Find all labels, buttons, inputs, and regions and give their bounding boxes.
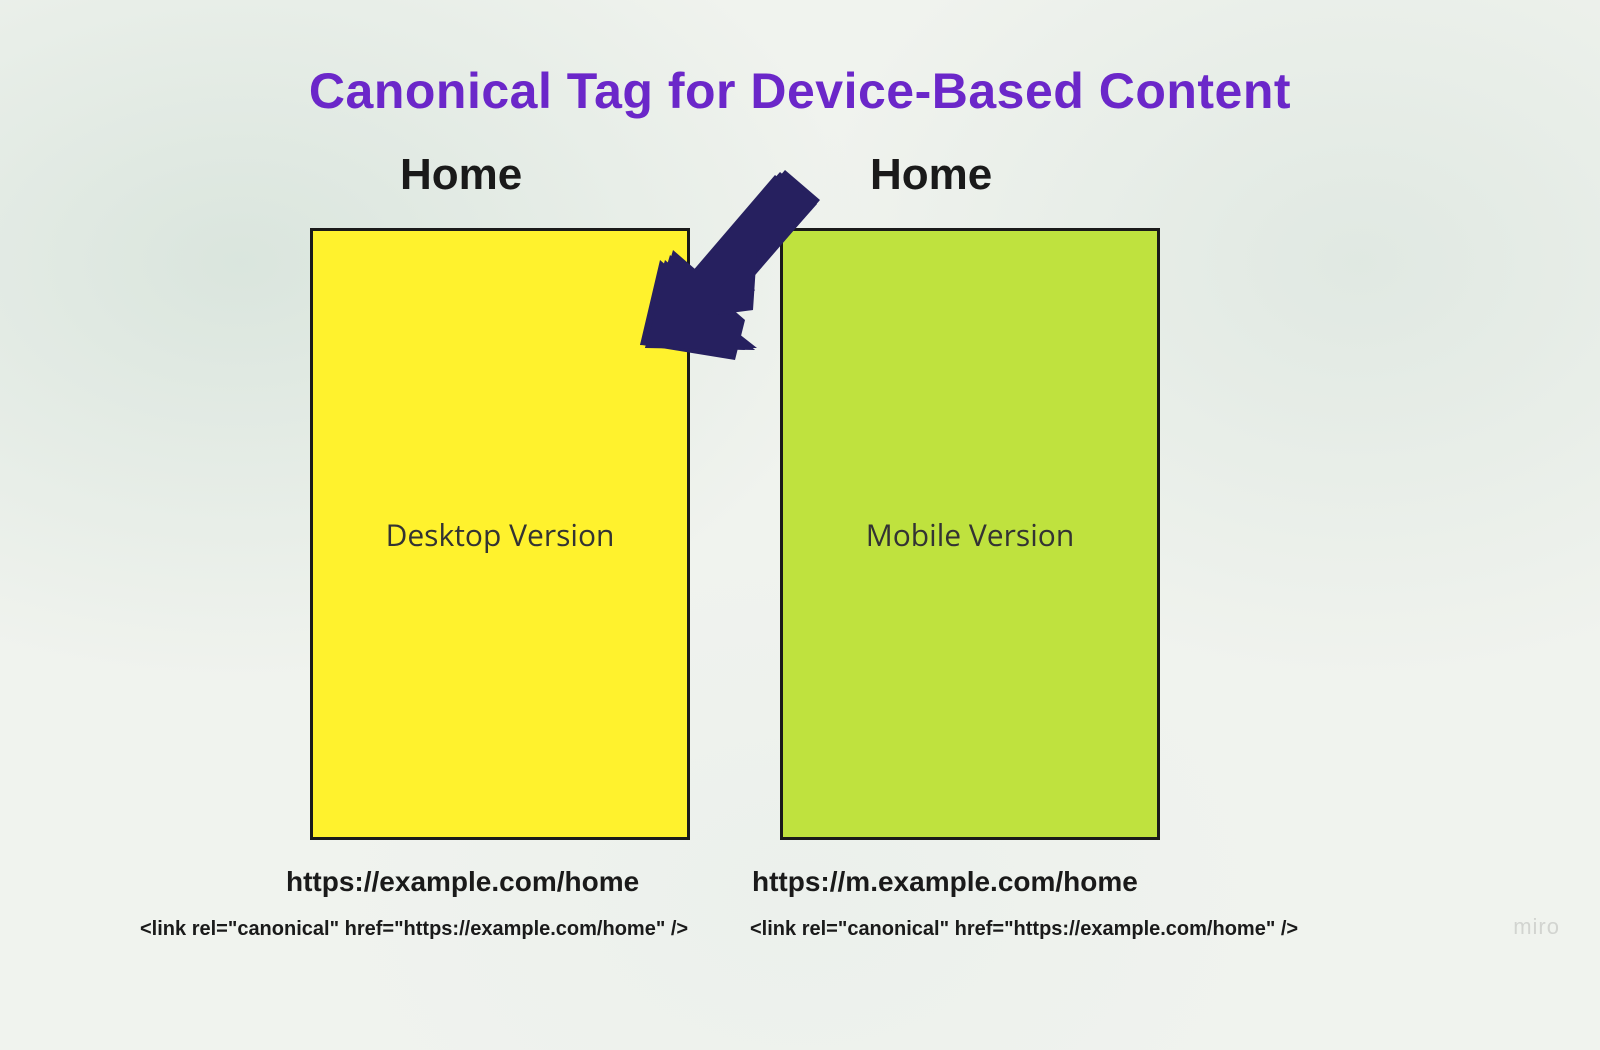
- diagram-title: Canonical Tag for Device-Based Content: [0, 62, 1600, 120]
- desktop-url: https://example.com/home: [286, 866, 639, 898]
- right-column-heading: Home: [870, 150, 992, 200]
- miro-watermark: miro: [1513, 914, 1560, 940]
- mobile-canonical-link-tag: <link rel="canonical" href="https://exam…: [750, 918, 1298, 941]
- mobile-version-label: Mobile Version: [866, 514, 1074, 555]
- desktop-canonical-link-tag: <link rel="canonical" href="https://exam…: [140, 918, 688, 941]
- mobile-url: https://m.example.com/home: [752, 866, 1138, 898]
- desktop-version-label: Desktop Version: [386, 514, 615, 555]
- mobile-version-panel: Mobile Version: [780, 228, 1160, 840]
- left-column-heading: Home: [400, 150, 522, 200]
- desktop-version-panel: Desktop Version: [310, 228, 690, 840]
